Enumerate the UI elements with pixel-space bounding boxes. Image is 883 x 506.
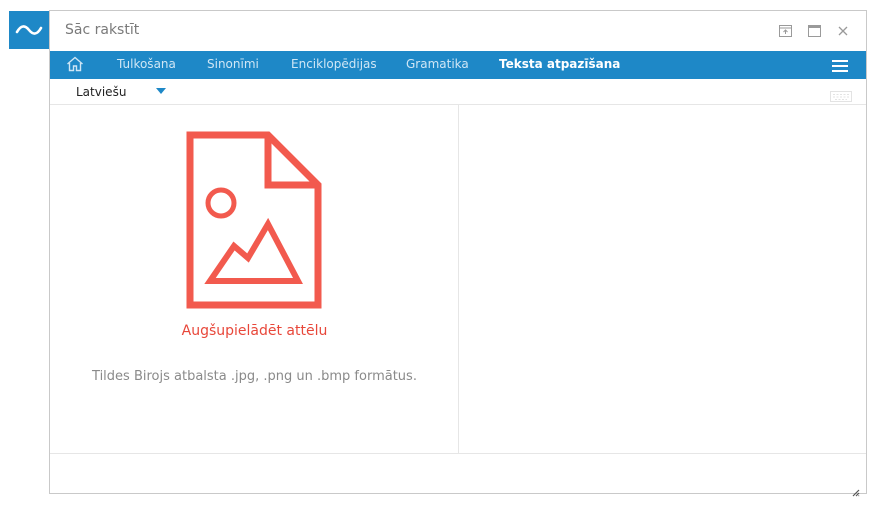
keyboard-icon	[830, 91, 852, 102]
toolbar: Latviešu	[50, 79, 866, 105]
home-button[interactable]	[66, 56, 86, 74]
maximize-icon	[807, 25, 821, 37]
pin-window-icon	[778, 25, 792, 37]
menu-button[interactable]	[832, 58, 848, 72]
tab-enciklopedijas[interactable]: Enciklopēdijas	[291, 57, 377, 71]
resize-grip-icon	[852, 489, 860, 497]
status-bar	[50, 453, 866, 497]
upload-drop-area[interactable]: Augšupielādēt attēlu Tildes Birojs atbal…	[50, 105, 459, 453]
title-bar: Sāc rakstīt	[50, 11, 866, 51]
app-logo[interactable]	[9, 11, 49, 49]
recognized-text-pane[interactable]	[459, 105, 866, 453]
close-icon	[838, 26, 848, 36]
window-title: Sāc rakstīt	[65, 22, 140, 38]
close-button[interactable]	[835, 23, 851, 39]
keyboard-button[interactable]	[830, 87, 852, 106]
app-window: Sāc rakstīt Tulkošana Sinonīmi Enciklopē…	[49, 10, 867, 497]
tab-teksta-atpazisana[interactable]: Teksta atpazīšana	[499, 57, 620, 71]
tilde-logo-icon	[15, 25, 43, 35]
language-select[interactable]: Latviešu	[70, 79, 180, 105]
nav-bar: Tulkošana Sinonīmi Enciklopēdijas Gramat…	[50, 51, 866, 79]
hamburger-menu-icon	[832, 60, 848, 72]
upload-image-link[interactable]: Augšupielādēt attēlu	[50, 323, 459, 339]
tab-tulkosana[interactable]: Tulkošana	[117, 57, 176, 71]
pin-window-button[interactable]	[777, 23, 793, 39]
tab-sinonimi[interactable]: Sinonīmi	[207, 57, 259, 71]
image-file-icon	[186, 131, 322, 309]
maximize-button[interactable]	[806, 23, 822, 39]
supported-formats-hint: Tildes Birojs atbalsta .jpg, .png un .bm…	[92, 369, 417, 384]
home-icon	[67, 56, 83, 72]
language-select-value: Latviešu	[76, 85, 127, 99]
resize-handle[interactable]	[852, 482, 860, 501]
image-upload-pane: Augšupielādēt attēlu Tildes Birojs atbal…	[50, 105, 459, 453]
caret-down-icon	[156, 88, 166, 94]
tab-gramatika[interactable]: Gramatika	[406, 57, 469, 71]
